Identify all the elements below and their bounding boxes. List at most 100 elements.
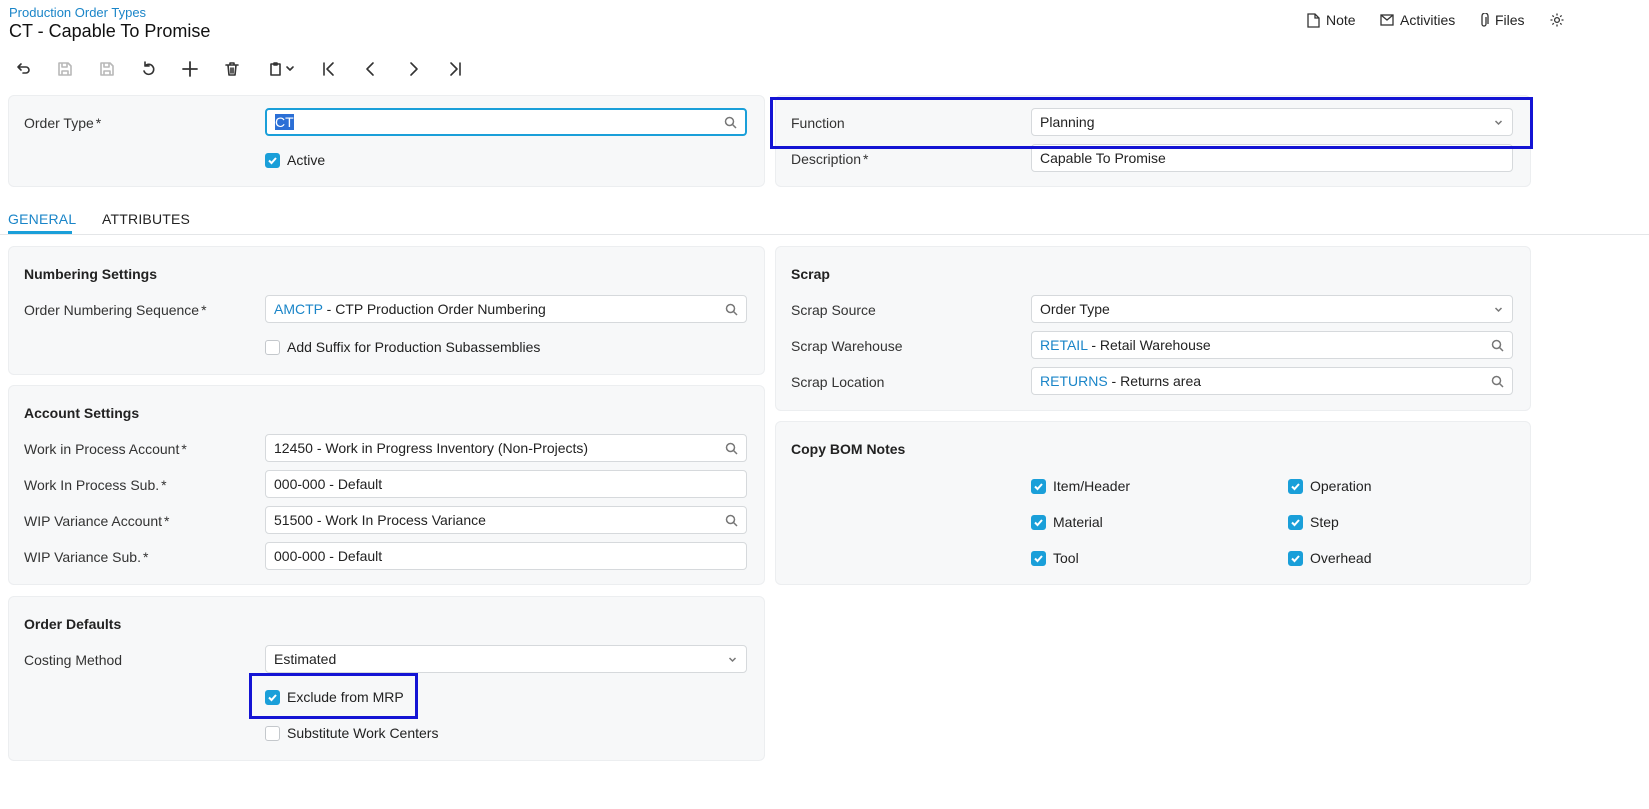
tab-attributes[interactable]: ATTRIBUTES xyxy=(102,211,190,227)
checkbox-checked-icon xyxy=(1031,550,1046,566)
wip-sub-input[interactable]: 000-000 - Default xyxy=(265,470,747,498)
search-icon xyxy=(1491,375,1504,388)
checkbox-checked-icon xyxy=(1031,478,1046,494)
page-title: CT - Capable To Promise xyxy=(9,21,211,41)
costing-method-label: Costing Method xyxy=(24,652,123,668)
add-suffix-checkbox[interactable]: Add Suffix for Production Subassemblies xyxy=(265,339,540,355)
active-checkbox[interactable]: Active xyxy=(265,152,325,168)
note-label: Note xyxy=(1326,12,1356,28)
scrap-title: Scrap xyxy=(791,266,830,282)
wip-account-label: Work in Process Account * xyxy=(24,441,187,457)
search-icon xyxy=(725,442,738,455)
wip-variance-account-input[interactable]: 51500 - Work In Process Variance xyxy=(265,506,747,534)
undo-icon xyxy=(143,61,155,76)
first-record-button[interactable] xyxy=(318,58,340,80)
wip-account-input[interactable]: 12450 - Work in Progress Inventory (Non-… xyxy=(265,434,747,462)
delete-button[interactable] xyxy=(221,58,243,80)
previous-record-button[interactable] xyxy=(360,58,382,80)
next-record-button[interactable] xyxy=(402,58,424,80)
save-close-icon xyxy=(58,62,72,76)
scrap-source-select[interactable]: Order Type xyxy=(1031,295,1513,323)
scrap-location-label: Scrap Location xyxy=(791,374,885,390)
checkbox-checked-icon xyxy=(1031,514,1046,530)
checkbox-checked-icon xyxy=(1288,478,1303,494)
exclude-mrp-highlight-box xyxy=(249,673,418,719)
scrap-warehouse-input[interactable]: RETAIL - Retail Warehouse xyxy=(1031,331,1513,359)
last-icon xyxy=(450,62,461,76)
files-label: Files xyxy=(1495,12,1525,28)
step-checkbox[interactable]: Step xyxy=(1288,514,1339,530)
item-header-label: Item/Header xyxy=(1053,478,1131,494)
order-numbering-sequence-input[interactable]: AMCTP - CTP Production Order Numbering xyxy=(265,295,747,323)
checkbox-unchecked-icon xyxy=(265,725,280,741)
back-arrow-icon xyxy=(17,63,30,74)
costing-method-select[interactable]: Estimated xyxy=(265,645,747,673)
description-label: Description * xyxy=(791,151,869,167)
overhead-checkbox[interactable]: Overhead xyxy=(1288,550,1371,566)
checkbox-checked-icon xyxy=(1288,550,1303,566)
tool-label: Tool xyxy=(1053,550,1079,566)
chevron-left-icon xyxy=(366,62,374,76)
back-button[interactable] xyxy=(12,58,34,80)
chevron-right-icon xyxy=(410,62,418,76)
activities-label: Activities xyxy=(1400,12,1456,28)
numbering-settings-title: Numbering Settings xyxy=(24,266,158,282)
scrap-source-label: Scrap Source xyxy=(791,302,876,318)
gear-icon xyxy=(1550,13,1564,27)
paperclip-icon xyxy=(1481,12,1489,27)
overhead-label: Overhead xyxy=(1310,550,1372,566)
chevron-down-icon xyxy=(728,656,737,662)
mail-icon xyxy=(1380,14,1394,26)
operation-checkbox[interactable]: Operation xyxy=(1288,478,1371,494)
files-button[interactable]: Files xyxy=(1479,12,1525,28)
wip-sub-label: Work In Process Sub. * xyxy=(24,477,167,493)
step-label: Step xyxy=(1310,514,1339,530)
plus-icon xyxy=(182,61,198,77)
search-icon xyxy=(725,303,738,316)
cancel-button[interactable] xyxy=(138,58,160,80)
wip-variance-account-label: WIP Variance Account * xyxy=(24,513,170,529)
breadcrumb[interactable]: Production Order Types xyxy=(9,5,146,20)
material-label: Material xyxy=(1053,514,1103,530)
checkbox-unchecked-icon xyxy=(265,339,280,355)
search-icon xyxy=(724,116,737,129)
sequence-link[interactable]: AMCTP xyxy=(274,301,323,317)
activities-button[interactable]: Activities xyxy=(1380,12,1455,28)
warehouse-link[interactable]: RETAIL xyxy=(1040,337,1087,353)
save-close-button[interactable] xyxy=(54,58,76,80)
trash-icon xyxy=(225,62,239,76)
copy-bom-notes-title: Copy BOM Notes xyxy=(791,441,906,457)
scrap-warehouse-label: Scrap Warehouse xyxy=(791,338,903,354)
add-button[interactable] xyxy=(179,58,201,80)
order-numbering-sequence-label: Order Numbering Sequence * xyxy=(24,302,207,318)
order-defaults-title: Order Defaults xyxy=(24,616,122,632)
copy-paste-button[interactable] xyxy=(264,58,300,80)
item-header-checkbox[interactable]: Item/Header xyxy=(1031,478,1130,494)
account-settings-title: Account Settings xyxy=(24,405,140,421)
checkbox-checked-icon xyxy=(265,152,280,168)
checkbox-checked-icon xyxy=(1288,514,1303,530)
chevron-down-icon xyxy=(1494,306,1503,312)
substitute-work-centers-checkbox[interactable]: Substitute Work Centers xyxy=(265,725,438,741)
wip-variance-sub-input[interactable]: 000-000 - Default xyxy=(265,542,747,570)
wip-variance-sub-label: WIP Variance Sub. * xyxy=(24,549,149,565)
tool-checkbox[interactable]: Tool xyxy=(1031,550,1079,566)
search-icon xyxy=(1491,339,1504,352)
order-type-input[interactable]: CT xyxy=(265,108,747,136)
first-icon xyxy=(323,62,334,76)
save-button[interactable] xyxy=(96,58,118,80)
save-icon xyxy=(100,62,114,76)
tab-general[interactable]: GENERAL xyxy=(8,211,76,227)
material-checkbox[interactable]: Material xyxy=(1031,514,1103,530)
note-button[interactable]: Note xyxy=(1307,12,1356,28)
scrap-location-input[interactable]: RETURNS - Returns area xyxy=(1031,367,1513,395)
active-label: Active xyxy=(287,152,326,168)
operation-label: Operation xyxy=(1310,478,1372,494)
settings-button[interactable] xyxy=(1549,12,1565,31)
note-icon xyxy=(1307,12,1320,28)
substitute-work-centers-label: Substitute Work Centers xyxy=(287,725,439,741)
location-link[interactable]: RETURNS xyxy=(1040,373,1108,389)
function-highlight-box xyxy=(770,97,1533,149)
last-record-button[interactable] xyxy=(444,58,466,80)
order-type-label: Order Type * xyxy=(24,115,102,131)
